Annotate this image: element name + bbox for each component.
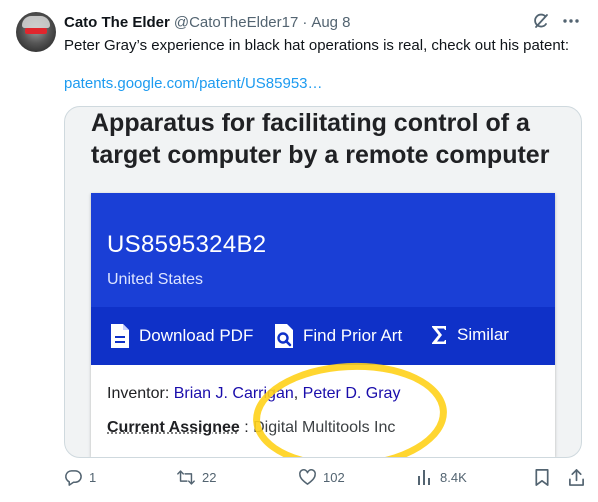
like-count: 102 <box>323 470 345 485</box>
separator-dot: · <box>302 13 308 31</box>
bookmark-icon <box>534 468 550 487</box>
retweet-icon <box>176 468 196 487</box>
bookmark-button[interactable] <box>534 468 550 487</box>
patent-title: Apparatus for facilitating control of a … <box>91 109 550 169</box>
more-icon[interactable] <box>562 12 580 30</box>
assignee-separator: : <box>239 419 254 436</box>
tweet: Cato The Elder @CatoTheElder17 · Aug 8 P… <box>0 0 598 502</box>
search-doc-icon <box>273 323 295 349</box>
download-pdf-label: Download PDF <box>139 326 254 345</box>
reply-button[interactable]: 1 <box>64 468 96 487</box>
reply-icon <box>64 468 83 487</box>
tweet-header: Cato The Elder @CatoTheElder17 · Aug 8 <box>64 12 351 32</box>
author-handle[interactable]: @CatoTheElder17 <box>174 14 298 31</box>
assignee-label: Current Assignee <box>107 419 240 436</box>
patent-actions: Download PDF Find Prior Art Similar <box>91 307 555 365</box>
inventor-label: Inventor: <box>107 385 174 402</box>
reply-count: 1 <box>89 470 97 485</box>
author-name[interactable]: Cato The Elder <box>64 14 170 31</box>
find-prior-art-label: Find Prior Art <box>303 326 403 345</box>
views-count: 8.4K <box>440 469 467 485</box>
tweet-media-image[interactable]: Apparatus for facilitating control of a … <box>64 106 582 458</box>
patent-country: United States <box>107 271 204 288</box>
grok-icon[interactable] <box>532 12 550 30</box>
download-pdf-button: Download PDF <box>109 323 253 349</box>
views-button[interactable]: 8.4K <box>416 468 467 486</box>
find-prior-art-button: Find Prior Art <box>273 323 402 349</box>
avatar-hair <box>22 16 50 28</box>
retweet-count: 22 <box>202 470 217 485</box>
share-icon <box>568 468 585 487</box>
avatar[interactable] <box>16 12 56 52</box>
similar-label: Similar <box>457 325 509 344</box>
share-button[interactable] <box>568 468 585 487</box>
patent-link[interactable]: patents.google.com/patent/US85953… <box>64 75 323 92</box>
like-button[interactable]: 102 <box>298 468 345 487</box>
tweet-text: Peter Gray’s experience in black hat ope… <box>64 37 569 54</box>
tweet-actions: 1 22 102 8.4K <box>64 468 584 490</box>
patent-number: US8595324B2 <box>107 231 267 258</box>
pdf-icon <box>109 323 131 349</box>
retweet-button[interactable]: 22 <box>176 468 216 487</box>
views-icon <box>416 468 434 486</box>
patent-header: US8595324B2 United States <box>91 193 555 307</box>
avatar-laser-eyes <box>25 28 47 34</box>
sigma-icon <box>429 323 449 347</box>
header-icons <box>532 12 580 30</box>
tweet-date[interactable]: Aug 8 <box>311 14 350 31</box>
similar-button: Similar <box>429 323 509 347</box>
like-icon <box>298 468 317 487</box>
